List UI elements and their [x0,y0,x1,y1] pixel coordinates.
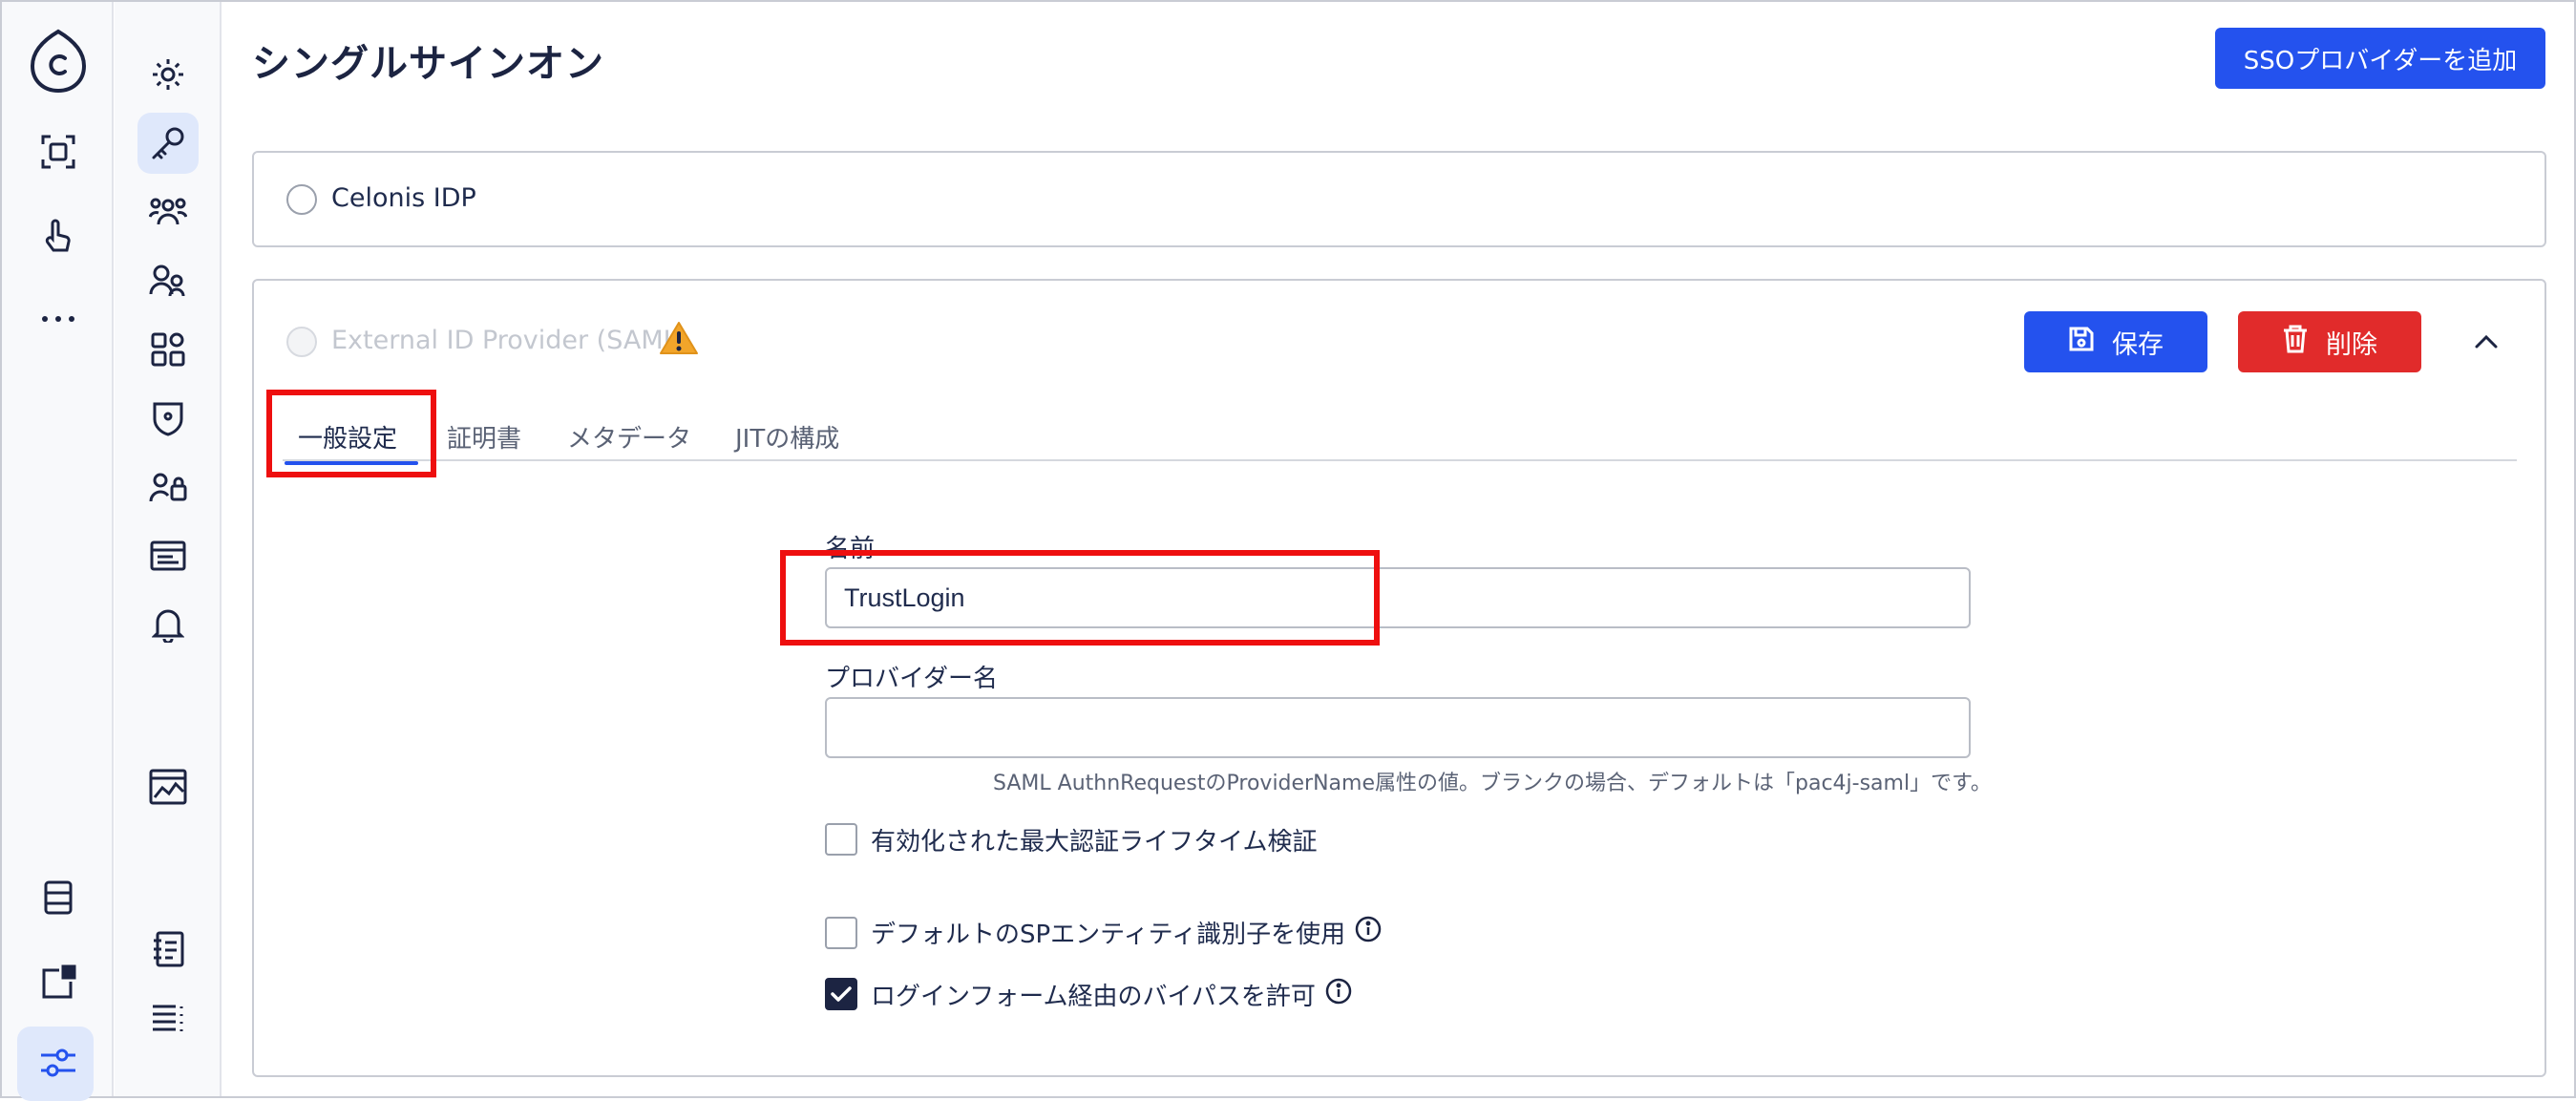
warning-icon [659,321,699,359]
max-auth-lifetime-checkbox[interactable] [825,823,857,856]
celonis-logo-icon[interactable] [2,23,114,97]
save-button[interactable]: 保存 [2024,311,2207,372]
trash-icon [2282,325,2309,360]
tab-metadata[interactable]: メタデータ [567,419,691,455]
shield-icon[interactable] [115,390,222,447]
provider-radio[interactable] [286,184,317,215]
checkmark-icon [831,986,852,1002]
notebook-icon[interactable] [115,921,222,978]
delete-button[interactable]: 削除 [2238,311,2421,372]
info-icon[interactable] [1325,978,1352,1011]
save-label: 保存 [2112,329,2164,360]
default-sp-entity-label: デフォルトのSPエンティティ識別子を使用 [871,915,1382,950]
tab-certificates[interactable]: 証明書 [447,419,521,455]
provider-name-label: プロバイダー名 [825,665,998,693]
tab-bar: 一般設定 証明書 メタデータ JITの構成 [283,419,2517,461]
provider-card-saml: External ID Provider (SAML) 保存 削除 一般設定 証… [252,279,2546,1077]
provider-name: External ID Provider (SAML) [331,326,688,355]
gear-icon[interactable] [115,46,222,103]
app-rail [2,2,114,1101]
provider-name: Celonis IDP [331,183,476,213]
hand-pointer-icon[interactable] [2,210,114,264]
bypass-login-form-text: ログインフォーム経由のバイパスを許可 [871,983,1316,1011]
team-icon[interactable] [115,183,222,241]
save-icon [2068,326,2095,359]
user-lock-icon[interactable] [115,458,222,516]
delete-label: 削除 [2326,329,2377,360]
default-sp-entity-checkbox[interactable] [825,917,857,949]
info-icon[interactable] [1355,916,1382,949]
page-title: シングルサインオン [252,42,604,86]
bypass-login-form-label: ログインフォーム経由のバイパスを許可 [871,977,1352,1012]
max-auth-lifetime-label: 有効化された最大認証ライフタイム検証 [871,822,1317,858]
users-icon[interactable] [115,252,222,309]
provider-card-celonis[interactable]: Celonis IDP [252,151,2546,247]
max-auth-lifetime-text: 有効化された最大認証ライフタイム検証 [871,828,1318,857]
default-sp-entity-text: デフォルトのSPエンティティ識別子を使用 [871,921,1346,949]
chart-window-icon[interactable] [115,758,222,815]
bypass-login-form-checkbox[interactable] [825,978,857,1010]
scan-icon[interactable] [2,128,114,176]
apps-icon[interactable] [115,321,222,378]
provider-name-help-text: SAML AuthnRequestのProviderName属性の値。ブランクの… [993,772,1992,795]
settings-nav [115,2,222,1096]
database-icon[interactable] [2,877,114,919]
collapse-chevron-up-icon[interactable] [2467,323,2505,361]
browser-icon[interactable] [115,527,222,584]
bell-icon[interactable] [115,596,222,653]
more-icon[interactable] [2,300,114,338]
provider-name-input[interactable] [825,697,1971,758]
list-icon[interactable] [115,989,222,1047]
add-sso-provider-button[interactable]: SSOプロバイダーを追加 [2215,28,2545,89]
key-icon[interactable] [115,113,222,174]
sliders-icon[interactable] [2,1041,114,1085]
external-link-icon[interactable] [2,961,114,1005]
provider-radio-disabled [286,327,317,357]
tab-jit-config[interactable]: JITの構成 [735,419,839,455]
highlight-box-name-field [780,550,1380,646]
highlight-box-tab [266,390,436,477]
